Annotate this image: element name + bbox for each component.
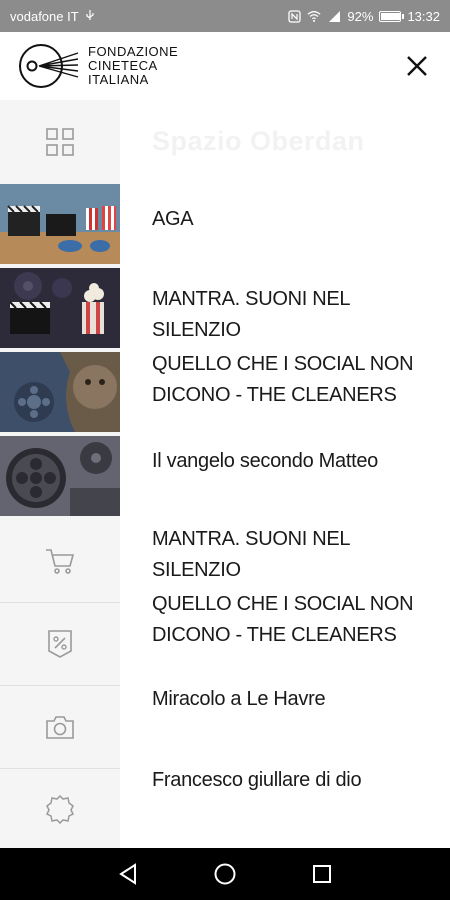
settings-button[interactable] (0, 769, 120, 848)
discount-icon (48, 630, 72, 658)
menu-item-the-cleaners-2[interactable]: QUELLO CHE I SOCIAL NON DICONO - THE CLE… (152, 589, 442, 651)
menu-item-vangelo[interactable]: Il vangelo secondo Matteo (152, 446, 442, 477)
side-rail (0, 100, 120, 848)
grid-icon (46, 128, 74, 156)
carrier-label: vodafone IT (10, 8, 79, 24)
menu-item-miracolo[interactable]: Miracolo a Le Havre (152, 684, 442, 715)
menu-item-aga[interactable]: AGA (152, 204, 442, 235)
close-icon (407, 56, 427, 76)
thumbnail-mantra[interactable] (0, 268, 120, 348)
back-button[interactable] (108, 854, 148, 894)
recents-icon (312, 865, 331, 883)
menu-item-the-cleaners[interactable]: QUELLO CHE I SOCIAL NON DICONO - THE CLE… (152, 349, 442, 411)
thumbnail-vangelo[interactable] (0, 436, 120, 516)
system-nav-bar (0, 848, 450, 900)
status-bar: vodafone IT 92% 13:32 (0, 0, 450, 32)
close-button[interactable] (402, 51, 432, 81)
battery-icon (379, 10, 405, 22)
home-button[interactable] (205, 854, 245, 894)
usb-icon (83, 9, 97, 23)
logo-mark-icon (19, 44, 79, 88)
app-header: FONDAZIONE CINETECA ITALIANA (0, 32, 450, 100)
thumbnail-the-cleaners[interactable] (0, 352, 120, 432)
signal-icon (327, 9, 341, 23)
wifi-icon (307, 9, 321, 23)
logo-text: FONDAZIONE CINETECA ITALIANA (88, 44, 179, 87)
menu-item-francesco[interactable]: Francesco giullare di dio (152, 765, 442, 796)
nfc-icon (287, 9, 301, 23)
app-logo[interactable]: FONDAZIONE CINETECA ITALIANA (18, 41, 178, 91)
menu-item-mantra-2[interactable]: MANTRA. SUONI NEL SILENZIO (152, 524, 442, 586)
cart-button[interactable] (0, 520, 120, 602)
cart-icon (46, 549, 75, 574)
discount-button[interactable] (0, 603, 120, 685)
grid-menu-button[interactable] (0, 100, 120, 184)
settings-icon (45, 794, 75, 824)
camera-button[interactable] (0, 686, 120, 768)
back-icon (119, 863, 137, 885)
battery-percent: 92% (347, 8, 374, 24)
clock: 13:32 (407, 8, 440, 24)
camera-icon (46, 716, 74, 739)
recents-button[interactable] (302, 854, 342, 894)
home-icon (214, 863, 236, 885)
menu-item-mantra[interactable]: MANTRA. SUONI NEL SILENZIO (152, 284, 442, 346)
thumbnail-aga[interactable] (0, 184, 120, 264)
section-title: Spazio Oberdan (152, 126, 365, 156)
menu-panel: Spazio Oberdan AGA MANTRA. SUONI NEL SIL… (120, 100, 450, 848)
